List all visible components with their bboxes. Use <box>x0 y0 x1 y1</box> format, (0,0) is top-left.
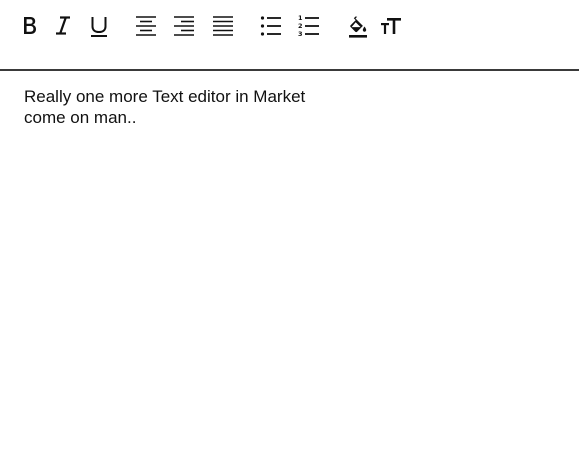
align-center-icon <box>136 16 156 36</box>
align-justify-button[interactable] <box>209 12 237 40</box>
bold-button[interactable] <box>15 12 43 40</box>
align-right-icon <box>174 16 194 36</box>
italic-icon <box>56 16 70 35</box>
svg-text:3: 3 <box>298 30 303 38</box>
text-editor: 1 2 3 Really one more Text editor in Mar… <box>0 0 579 476</box>
underline-button[interactable] <box>85 12 113 40</box>
editor-text-line: Really one more Text editor in Market <box>24 87 306 106</box>
align-center-button[interactable] <box>132 12 160 40</box>
text-size-icon <box>381 18 401 34</box>
align-right-button[interactable] <box>170 12 198 40</box>
svg-text:2: 2 <box>298 22 303 30</box>
underline-icon <box>91 17 107 37</box>
bold-icon <box>24 17 36 34</box>
numbered-list-button[interactable]: 1 2 3 <box>295 12 323 40</box>
align-justify-icon <box>213 16 233 36</box>
italic-button[interactable] <box>49 12 77 40</box>
editor-text-line: come on man.. <box>24 108 137 127</box>
fill-color-button[interactable] <box>344 12 372 40</box>
numbered-list-icon: 1 2 3 <box>298 14 319 38</box>
formatting-toolbar: 1 2 3 <box>0 0 579 71</box>
paint-bucket-icon <box>349 16 367 38</box>
text-size-button[interactable] <box>377 12 405 40</box>
bullet-list-icon <box>260 16 281 36</box>
editor-content[interactable]: Really one more Text editor in Market co… <box>24 86 554 128</box>
svg-text:1: 1 <box>298 14 303 22</box>
bullet-list-button[interactable] <box>257 12 285 40</box>
